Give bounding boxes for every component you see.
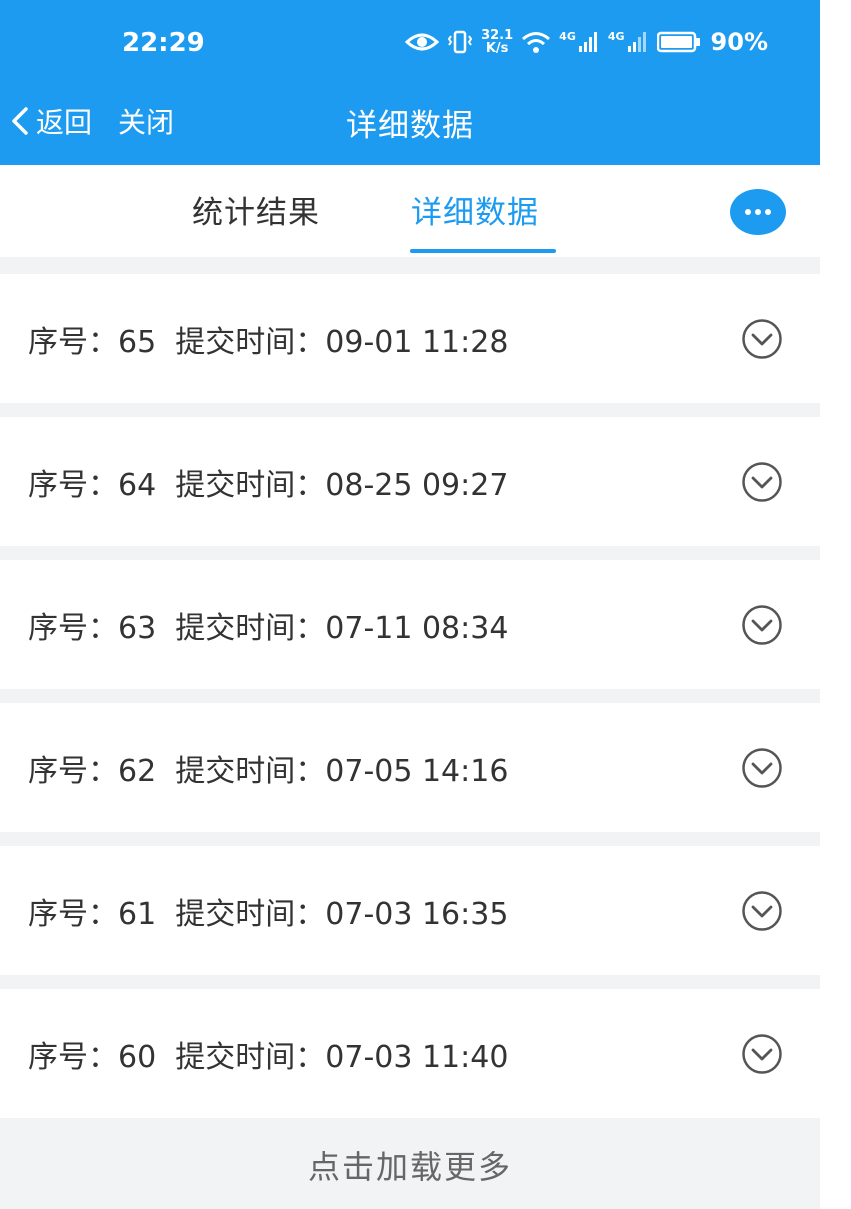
load-more-button[interactable]: 点击加载更多 — [0, 1121, 820, 1209]
chevron-down-icon[interactable] — [741, 461, 783, 503]
chevron-down-icon[interactable] — [741, 318, 783, 360]
submit-time-label: 提交时间 — [175, 1039, 296, 1075]
submit-time: 09-01 11:28 — [325, 324, 509, 360]
tab-bar: 统计结果 详细数据 — [0, 165, 820, 257]
seq-number: 65 — [118, 324, 157, 360]
chevron-down-icon[interactable] — [741, 747, 783, 789]
seq-label: 序号 — [28, 896, 88, 932]
seq-number: 62 — [118, 753, 157, 789]
submit-time: 07-11 08:34 — [325, 610, 509, 646]
status-time: 22:29 — [122, 28, 205, 58]
chevron-down-icon[interactable] — [741, 890, 783, 932]
vibrate-icon — [447, 30, 473, 54]
chevron-down-icon[interactable] — [741, 604, 783, 646]
submit-time: 07-03 16:35 — [325, 896, 509, 932]
more-dot-icon — [765, 209, 771, 215]
signal-icon — [627, 32, 646, 52]
seq-label: 序号 — [28, 324, 88, 360]
submit-time: 08-25 09:27 — [325, 467, 509, 503]
list-item[interactable]: 序号：65 提交时间：09-01 11:28 — [0, 274, 820, 403]
list-item[interactable]: 序号：60 提交时间：07-03 11:40 — [0, 989, 820, 1118]
chevron-down-icon[interactable] — [741, 1033, 783, 1075]
app-header: 22:29 32.1 K/s 4G 4G 90% 返回 关闭 详细数据 — [0, 0, 820, 165]
net-speed: 32.1 K/s — [481, 29, 513, 55]
record-text: 序号：63 提交时间：07-11 08:34 — [28, 610, 509, 646]
list-item[interactable]: 序号：62 提交时间：07-05 14:16 — [0, 703, 820, 832]
record-text: 序号：64 提交时间：08-25 09:27 — [28, 467, 509, 503]
wifi-icon — [522, 32, 551, 53]
seq-label: 序号 — [28, 467, 88, 503]
submit-time-label: 提交时间 — [175, 896, 296, 932]
seq-label: 序号 — [28, 753, 88, 789]
more-dot-icon — [755, 209, 761, 215]
record-text: 序号：61 提交时间：07-03 16:35 — [28, 896, 509, 932]
seq-number: 60 — [118, 1039, 157, 1075]
signal-icon — [578, 32, 597, 52]
battery-percent: 90% — [710, 28, 768, 56]
eye-icon — [405, 33, 440, 51]
more-dot-icon — [745, 209, 751, 215]
status-icons: 32.1 K/s 4G 4G 90% — [405, 28, 768, 56]
tab-statistics[interactable]: 统计结果 — [192, 187, 320, 232]
active-tab-indicator — [410, 249, 556, 253]
seq-label: 序号 — [28, 610, 88, 646]
record-text: 序号：65 提交时间：09-01 11:28 — [28, 324, 509, 360]
record-text: 序号：60 提交时间：07-03 11:40 — [28, 1039, 509, 1075]
seq-number: 63 — [118, 610, 157, 646]
page-title: 详细数据 — [346, 108, 474, 144]
list-item[interactable]: 序号：61 提交时间：07-03 16:35 — [0, 846, 820, 975]
submit-time-label: 提交时间 — [175, 467, 296, 503]
seq-label: 序号 — [28, 1039, 88, 1075]
submit-time-label: 提交时间 — [175, 753, 296, 789]
list-item[interactable]: 序号：63 提交时间：07-11 08:34 — [0, 560, 820, 689]
battery-icon — [656, 31, 700, 53]
submit-time: 07-05 14:16 — [325, 753, 509, 789]
seq-number: 61 — [118, 896, 157, 932]
seq-number: 64 — [118, 467, 157, 503]
submit-time: 07-03 11:40 — [325, 1039, 509, 1075]
app-frame: 22:29 32.1 K/s 4G 4G 90% 返回 关闭 详细数据 统计结果… — [0, 0, 820, 1209]
network-type-1: 4G — [559, 29, 576, 43]
network-type-2: 4G — [607, 29, 625, 43]
record-list: 序号：65 提交时间：09-01 11:28 序号：64 提交时间：08-25 0… — [0, 274, 820, 1132]
submit-time-label: 提交时间 — [175, 324, 296, 360]
tab-detail-data[interactable]: 详细数据 — [411, 187, 539, 232]
net-speed-unit: K/s — [485, 41, 509, 56]
more-options-button[interactable] — [730, 189, 786, 235]
submit-time-label: 提交时间 — [175, 610, 296, 646]
record-text: 序号：62 提交时间：07-05 14:16 — [28, 753, 509, 789]
list-item[interactable]: 序号：64 提交时间：08-25 09:27 — [0, 417, 820, 546]
